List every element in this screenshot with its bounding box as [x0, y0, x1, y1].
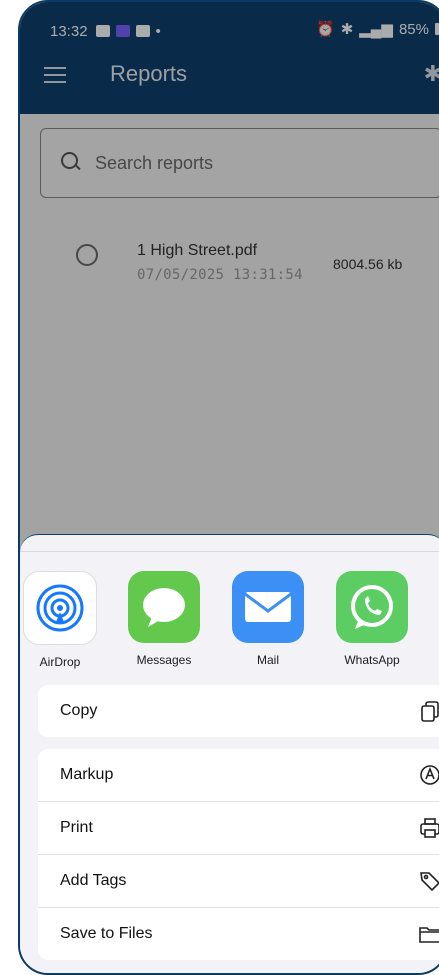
share-app-label: AirDrop — [39, 655, 81, 669]
share-app-label: WhatsApp — [344, 653, 400, 667]
phone-screen: 13:32 • ⏰ ✱ ▂▄▆ 85% Reports ✱ — [18, 0, 439, 975]
share-app-mail[interactable]: Mail — [228, 571, 308, 667]
share-sheet: AirDrop Messages Mail WhatsApp Copy Mark… — [20, 534, 439, 973]
action-label: Print — [60, 819, 93, 836]
share-action-add-tags[interactable]: Add Tags — [38, 855, 439, 908]
markup-icon — [418, 763, 439, 787]
share-actions-list: Markup Print Add Tags Save to Files — [38, 749, 439, 960]
share-action-markup[interactable]: Markup — [38, 749, 439, 802]
sheet-divider — [20, 551, 439, 552]
share-app-whatsapp[interactable]: WhatsApp — [332, 571, 412, 667]
action-label: Copy — [60, 702, 98, 719]
share-app-airdrop[interactable]: AirDrop — [20, 571, 100, 669]
action-label: Add Tags — [60, 872, 127, 889]
share-primary-actions: Copy — [38, 685, 439, 737]
share-action-save-to-files[interactable]: Save to Files — [38, 908, 439, 960]
print-icon — [418, 816, 439, 840]
share-app-label: Messages — [136, 653, 192, 667]
share-app-messages[interactable]: Messages — [124, 571, 204, 667]
share-app-label: Mail — [256, 653, 279, 667]
mail-icon — [232, 571, 304, 643]
share-action-print[interactable]: Print — [38, 802, 439, 855]
folder-icon — [418, 922, 439, 946]
messages-icon — [128, 571, 200, 643]
action-label: Markup — [60, 766, 114, 783]
airdrop-icon — [23, 571, 97, 645]
tag-icon — [418, 869, 439, 893]
copy-icon — [418, 699, 439, 723]
whatsapp-icon — [336, 571, 408, 643]
share-action-copy[interactable]: Copy — [38, 685, 439, 737]
share-apps-row: AirDrop Messages Mail WhatsApp — [20, 571, 439, 671]
action-label: Save to Files — [60, 925, 153, 942]
